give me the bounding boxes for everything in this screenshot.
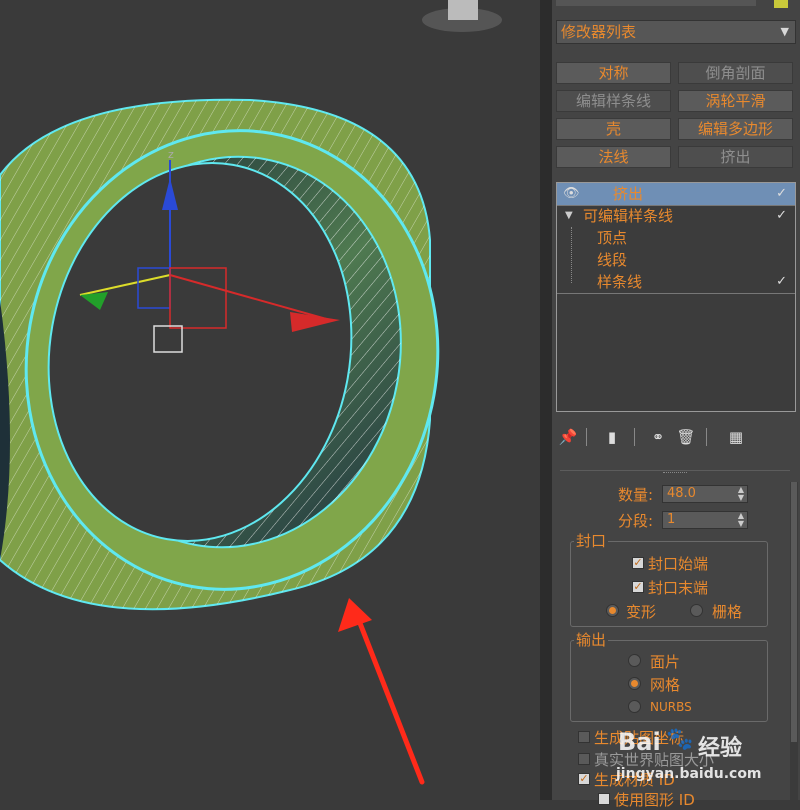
morph-label: 变形 <box>626 603 657 621</box>
bevel-profile-button[interactable]: 倒角剖面 <box>678 62 793 84</box>
cap-end-label: 封口末端 <box>648 579 709 597</box>
paw-icon: 🐾 <box>666 727 694 752</box>
name-field[interactable] <box>556 0 756 6</box>
svg-text:z: z <box>168 148 174 161</box>
cap-start-checkbox[interactable]: ✓ <box>632 557 644 569</box>
pin-stack-icon[interactable]: 📌 <box>558 426 578 448</box>
symmetry-button[interactable]: 对称 <box>556 62 671 84</box>
ring-3d-object[interactable]: z <box>0 0 540 800</box>
modifier-stack[interactable]: 👁 挤出 ✓ ▼ 可编辑样条线 ✓ 顶点 线段 样条线 ✓ <box>556 182 796 412</box>
stack-item-label: 顶点 <box>597 229 628 247</box>
pin-check-icon[interactable]: ✓ <box>776 271 787 293</box>
patch-label: 面片 <box>650 653 681 671</box>
stack-item-segment[interactable]: 线段 <box>557 249 795 271</box>
mesh-label: 网格 <box>650 676 681 694</box>
pin-check-icon[interactable]: ✓ <box>776 205 787 227</box>
patch-radio[interactable] <box>628 654 641 667</box>
toolbar-separator <box>706 428 707 446</box>
segments-label: 分段: <box>618 512 654 530</box>
modify-panel: 修改器列表 ▼ 对称 倒角剖面 编辑样条线 涡轮平滑 壳 编辑多边形 法线 挤出… <box>552 0 800 809</box>
scrollbar-thumb[interactable] <box>791 482 797 742</box>
gen-mat-ids-checkbox[interactable]: ✓ <box>578 773 590 785</box>
rollout-grip[interactable] <box>663 472 687 477</box>
gen-mapping-checkbox[interactable] <box>578 731 590 743</box>
annotation-arrow <box>338 598 425 785</box>
modifier-list-label: 修改器列表 <box>561 23 637 41</box>
stack-item-label: 样条线 <box>597 273 643 291</box>
stack-item-label: 挤出 <box>613 185 644 203</box>
nurbs-label: NURBS <box>650 700 692 714</box>
toolbar-separator <box>586 428 587 446</box>
mesh-radio[interactable] <box>628 677 641 690</box>
trash-icon[interactable]: 🗑 <box>676 426 696 448</box>
stack-item-spline[interactable]: 样条线 ✓ <box>557 271 795 293</box>
rollout-divider[interactable] <box>560 470 790 481</box>
nurbs-radio[interactable] <box>628 700 641 713</box>
capping-title: 封口 <box>574 530 609 551</box>
output-title: 输出 <box>574 629 609 650</box>
stack-item-extrude[interactable]: 👁 挤出 ✓ <box>557 183 795 205</box>
pin-check-icon[interactable]: ✓ <box>776 183 787 205</box>
watermark-brand2: 经验 <box>698 736 743 761</box>
viewcube-icon <box>448 0 478 20</box>
stack-item-vertex[interactable]: 顶点 <box>557 227 795 249</box>
stack-item-editable-spline[interactable]: ▼ 可编辑样条线 ✓ <box>557 205 795 227</box>
object-color-swatch[interactable] <box>774 0 788 8</box>
extrude-button[interactable]: 挤出 <box>678 146 793 168</box>
segments-spinner[interactable]: 1 ▲ ▼ <box>662 511 748 529</box>
panel-scrollbar[interactable] <box>790 482 798 800</box>
segments-value: 1 <box>667 512 676 527</box>
viewport-divider <box>540 0 552 800</box>
amount-value: 48.0 <box>667 486 696 501</box>
modifier-list-dropdown[interactable]: 修改器列表 ▼ <box>556 20 796 44</box>
turbosmooth-button[interactable]: 涡轮平滑 <box>678 90 793 112</box>
configure-sets-icon[interactable]: ▦ <box>726 426 746 448</box>
spinner-arrows-icon[interactable]: ▲ ▼ <box>738 486 744 502</box>
normal-button[interactable]: 法线 <box>556 146 671 168</box>
cap-end-checkbox[interactable]: ✓ <box>632 581 644 593</box>
chevron-down-icon[interactable]: ▼ <box>781 21 789 43</box>
stack-item-label: 可编辑样条线 <box>583 207 674 225</box>
watermark-url: jingyan.baidu.com <box>616 766 762 782</box>
viewport[interactable]: z <box>0 0 540 800</box>
morph-radio[interactable] <box>606 604 619 617</box>
stack-toolbar: 📌 ▮ ⚭ 🗑 ▦ <box>556 424 796 450</box>
make-unique-icon[interactable]: ⚭ <box>648 426 668 448</box>
amount-label: 数量: <box>618 486 654 504</box>
real-world-checkbox[interactable] <box>578 753 590 765</box>
stack-item-label: 线段 <box>597 251 628 269</box>
edit-spline-button[interactable]: 编辑样条线 <box>556 90 671 112</box>
amount-spinner[interactable]: 48.0 ▲ ▼ <box>662 485 748 503</box>
collapse-triangle-icon[interactable]: ▼ <box>565 205 573 227</box>
grid-label: 栅格 <box>712 603 743 621</box>
spinner-arrows-icon[interactable]: ▲ ▼ <box>738 512 744 528</box>
watermark-brand: Bai <box>618 728 661 756</box>
stack-separator <box>557 293 795 294</box>
cap-start-label: 封口始端 <box>648 555 709 573</box>
grid-radio[interactable] <box>690 604 703 617</box>
shell-button[interactable]: 壳 <box>556 118 671 140</box>
show-end-result-icon[interactable]: ▮ <box>602 426 622 448</box>
edit-poly-button[interactable]: 编辑多边形 <box>678 118 793 140</box>
toolbar-separator <box>634 428 635 446</box>
use-shape-ids-checkbox[interactable] <box>598 793 610 805</box>
eye-icon[interactable]: 👁 <box>563 183 580 205</box>
